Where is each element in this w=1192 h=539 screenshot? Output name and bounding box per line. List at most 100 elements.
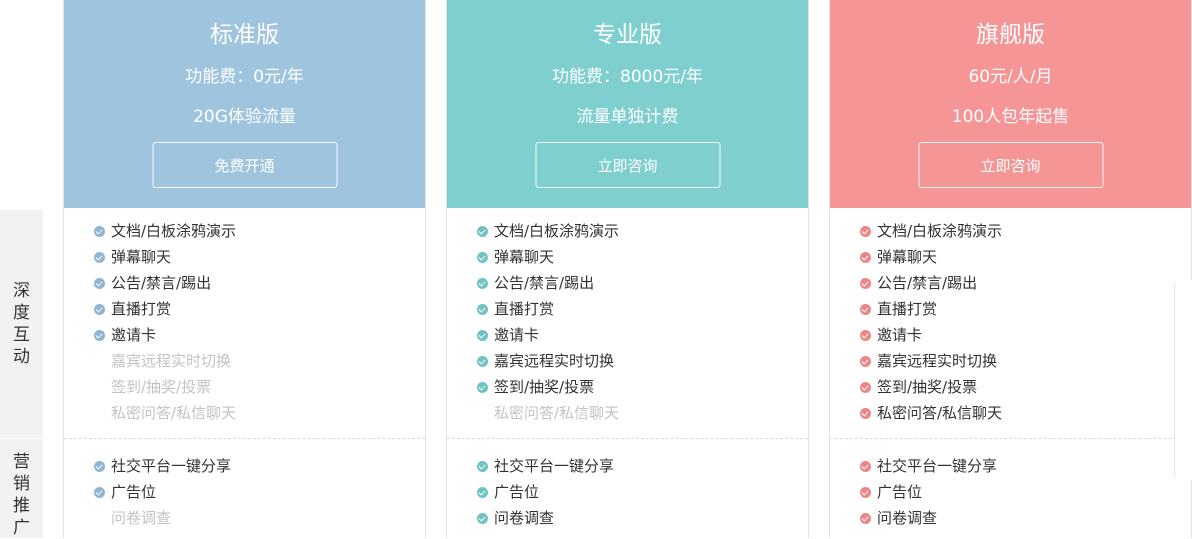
category-char: 深 (13, 281, 30, 301)
feature-item: 弹幕聊天 (477, 244, 619, 270)
plan-pro: 专业版 功能费：8000元/年 流量单独计费 立即咨询 文档/白板涂鸦演示 弹幕聊… (446, 0, 809, 538)
feature-label: 弹幕聊天 (494, 248, 555, 266)
feature-item: 公告/禁言/踢出 (94, 270, 236, 296)
feature-item: 私密问答/私信聊天 (94, 400, 236, 426)
feature-label: 公告/禁言/踢出 (494, 274, 595, 292)
feature-item: 文档/白板涂鸦演示 (477, 218, 619, 244)
category-interaction: 深 度 互 动 (0, 210, 43, 438)
check-icon (94, 225, 105, 237)
feature-label: 嘉宾远程实时切换 (494, 352, 615, 370)
category-marketing: 营 销 推 广 (0, 439, 43, 538)
category-char: 广 (13, 518, 30, 538)
check-icon (860, 381, 871, 393)
consult-now-button[interactable]: 立即咨询 (535, 142, 720, 188)
interaction-feature-list: 文档/白板涂鸦演示弹幕聊天公告/禁言/踢出 直播打赏邀请卡嘉宾远程实时切换 签到/抽… (94, 218, 236, 426)
check-icon (860, 355, 871, 367)
check-icon (94, 460, 105, 472)
check-icon (860, 407, 871, 419)
check-icon (477, 486, 488, 498)
plan-flagship: 旗舰版 60元/人/月 100人包年起售 立即咨询 文档/白板涂鸦演示 弹幕聊天公… (829, 0, 1192, 538)
plan-price: 60元/人/月 (968, 67, 1053, 87)
interaction-feature-list: 文档/白板涂鸦演示 弹幕聊天 公告/禁言/踢出 直播打赏 邀请卡 嘉宾远程实时切换 签到/抽… (860, 218, 1002, 426)
free-activate-button[interactable]: 免费开通 (152, 142, 337, 188)
feature-label: 公告/禁言/踢出 (111, 274, 212, 292)
feature-label: 签到/抽奖/投票 (877, 378, 978, 396)
feature-label: 文档/白板涂鸦演示 (494, 222, 620, 240)
feature-item: 公告/禁言/踢出 (860, 270, 1002, 296)
category-char: 营 (13, 452, 30, 472)
feature-item: 社交平台一键分享 (94, 453, 231, 479)
feature-label: 社交平台一键分享 (111, 457, 232, 475)
marketing-feature-list: 社交平台一键分享广告位问卷调查 (477, 453, 614, 531)
check-icon (860, 251, 871, 263)
feature-item: 嘉宾远程实时切换 (860, 348, 1002, 374)
feature-label: 直播打赏 (494, 300, 555, 318)
feature-item: 公告/禁言/踢出 (477, 270, 619, 296)
plan-note: 20G体验流量 (193, 107, 296, 127)
feature-label: 邀请卡 (111, 326, 157, 344)
feature-item: 邀请卡 (860, 322, 1002, 348)
check-icon (860, 277, 871, 289)
plan-header: 专业版 功能费：8000元/年 流量单独计费 立即咨询 (447, 0, 808, 208)
feature-item: 文档/白板涂鸦演示 (94, 218, 236, 244)
plan-price: 功能费：8000元/年 (552, 67, 703, 87)
feature-item: 嘉宾远程实时切换 (477, 348, 619, 374)
check-icon (860, 486, 871, 498)
plan-header: 旗舰版 60元/人/月 100人包年起售 立即咨询 (830, 0, 1191, 208)
feature-label: 弹幕聊天 (877, 248, 938, 266)
check-icon (94, 486, 105, 498)
feature-label: 社交平台一键分享 (877, 457, 998, 475)
check-icon (94, 251, 105, 263)
feature-item: 弹幕聊天 (860, 244, 1002, 270)
feature-item: 直播打赏 (477, 296, 619, 322)
feature-item: 签到/抽奖/投票 (94, 374, 236, 400)
feature-item: 问卷调查 (94, 505, 231, 531)
feature-item: 签到/抽奖/投票 (860, 374, 1002, 400)
feature-label: 邀请卡 (494, 326, 540, 344)
feature-label: 签到/抽奖/投票 (494, 378, 595, 396)
feature-label: 问卷调查 (494, 509, 555, 527)
feature-label: 文档/白板涂鸦演示 (111, 222, 237, 240)
category-char: 动 (13, 347, 30, 367)
check-icon (477, 329, 488, 341)
check-icon (860, 329, 871, 341)
feature-item: 私密问答/私信聊天 (477, 400, 619, 426)
feature-item: 问卷调查 (477, 505, 614, 531)
feature-item: 邀请卡 (94, 322, 236, 348)
feature-item: 弹幕聊天 (94, 244, 236, 270)
feature-item: 广告位 (860, 479, 997, 505)
check-icon (860, 460, 871, 472)
feature-item: 问卷调查 (860, 505, 997, 531)
feature-label: 直播打赏 (111, 300, 172, 318)
feature-item: 广告位 (477, 479, 614, 505)
feature-label: 签到/抽奖/投票 (111, 378, 212, 396)
consult-now-button[interactable]: 立即咨询 (918, 142, 1103, 188)
marketing-feature-list: 社交平台一键分享广告位问卷调查 (860, 453, 997, 531)
category-char: 推 (13, 496, 30, 516)
plan-standard: 标准版 功能费：0元/年 20G体验流量 免费开通 文档/白板涂鸦演示弹幕聊天公… (63, 0, 426, 538)
feature-label: 社交平台一键分享 (494, 457, 615, 475)
feature-label: 问卷调查 (877, 509, 938, 527)
category-char: 销 (13, 474, 30, 494)
feature-label: 文档/白板涂鸦演示 (877, 222, 1003, 240)
feature-item: 邀请卡 (477, 322, 619, 348)
feature-item: 文档/白板涂鸦演示 (860, 218, 1002, 244)
check-icon (477, 251, 488, 263)
plan-price: 功能费：0元/年 (185, 67, 304, 87)
check-icon (94, 303, 105, 315)
feature-item: 私密问答/私信聊天 (860, 400, 1002, 426)
feature-item: 直播打赏 (94, 296, 236, 322)
check-icon (477, 460, 488, 472)
feature-label: 私密问答/私信聊天 (877, 404, 1003, 422)
check-icon (477, 512, 488, 524)
check-icon (477, 303, 488, 315)
feature-label: 私密问答/私信聊天 (494, 404, 620, 422)
category-char: 度 (13, 303, 30, 323)
check-icon (477, 381, 488, 393)
floating-side-panel[interactable] (1174, 280, 1192, 480)
check-icon (94, 329, 105, 341)
feature-label: 嘉宾远程实时切换 (111, 352, 232, 370)
section-divider (64, 438, 425, 439)
plan-header: 标准版 功能费：0元/年 20G体验流量 免费开通 (64, 0, 425, 208)
check-icon (860, 303, 871, 315)
